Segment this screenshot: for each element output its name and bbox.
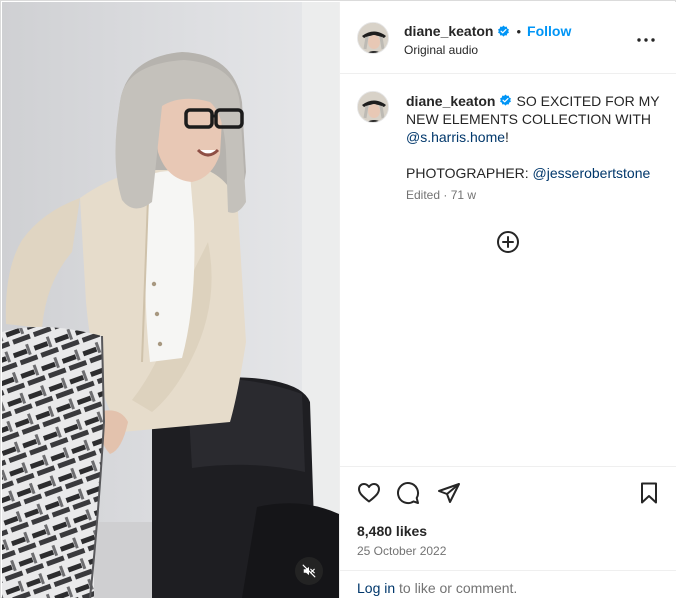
save-button[interactable] bbox=[636, 480, 662, 506]
likes-count[interactable]: 8,480 likes bbox=[357, 523, 427, 539]
comment-button[interactable] bbox=[395, 480, 421, 506]
more-options-button[interactable] bbox=[634, 28, 658, 52]
author-username[interactable]: diane_keaton bbox=[404, 23, 493, 39]
post-actions: 8,480 likes 25 October 2022 Log in to li… bbox=[340, 466, 676, 598]
avatar-image bbox=[358, 23, 388, 53]
speaker-muted-icon bbox=[302, 564, 316, 578]
comments-area: diane_keaton SO EXCITED FOR MY NEW ELEME… bbox=[340, 74, 676, 466]
more-options-icon bbox=[637, 38, 655, 42]
paper-plane-icon bbox=[438, 483, 460, 503]
mute-button[interactable] bbox=[295, 557, 323, 585]
post-dialog: diane_keaton • Follow Original audio dia… bbox=[0, 0, 676, 598]
caption-text-part2: ! bbox=[505, 129, 509, 145]
like-button[interactable] bbox=[356, 480, 382, 506]
heart-icon bbox=[358, 483, 380, 503]
photographer-label: PHOTOGRAPHER: bbox=[406, 165, 533, 181]
verified-badge-icon bbox=[498, 25, 510, 37]
post-details-panel: diane_keaton • Follow Original audio dia… bbox=[339, 2, 676, 598]
mention-link-s-harris-home[interactable]: @s.harris.home bbox=[406, 129, 505, 145]
share-button[interactable] bbox=[436, 480, 462, 506]
login-suffix: to like or comment. bbox=[395, 580, 518, 596]
audio-label[interactable]: Original audio bbox=[404, 43, 478, 57]
verified-badge-icon bbox=[500, 94, 512, 106]
profile-avatar[interactable] bbox=[357, 22, 389, 54]
photo-woman-with-armchair bbox=[2, 2, 339, 598]
load-more-comments-button[interactable] bbox=[496, 230, 520, 254]
caption-avatar[interactable] bbox=[357, 91, 389, 123]
post-date[interactable]: 25 October 2022 bbox=[357, 544, 446, 558]
caption-meta: Edited · 71 w bbox=[406, 188, 476, 202]
caption-username[interactable]: diane_keaton bbox=[406, 93, 495, 109]
login-prompt: Log in to like or comment. bbox=[340, 570, 676, 598]
add-circle-icon bbox=[497, 231, 519, 253]
login-prompt-text: Log in to like or comment. bbox=[357, 580, 517, 596]
header-title-row: diane_keaton • Follow bbox=[404, 21, 571, 41]
avatar-image bbox=[358, 92, 388, 122]
login-link[interactable]: Log in bbox=[357, 580, 395, 596]
follow-button[interactable]: Follow bbox=[527, 23, 571, 39]
bookmark-icon bbox=[641, 482, 657, 504]
caption-age[interactable]: 71 w bbox=[451, 188, 476, 202]
edited-label: Edited bbox=[406, 188, 441, 202]
post-caption: diane_keaton SO EXCITED FOR MY NEW ELEME… bbox=[406, 92, 668, 182]
post-header: diane_keaton • Follow Original audio bbox=[340, 2, 676, 74]
meta-separator: · bbox=[440, 188, 451, 202]
mention-link-jesserobertstone[interactable]: @jesserobertstone bbox=[533, 165, 651, 181]
header-separator: • bbox=[516, 23, 522, 39]
comment-icon bbox=[397, 482, 420, 505]
post-media-video[interactable] bbox=[2, 2, 339, 598]
